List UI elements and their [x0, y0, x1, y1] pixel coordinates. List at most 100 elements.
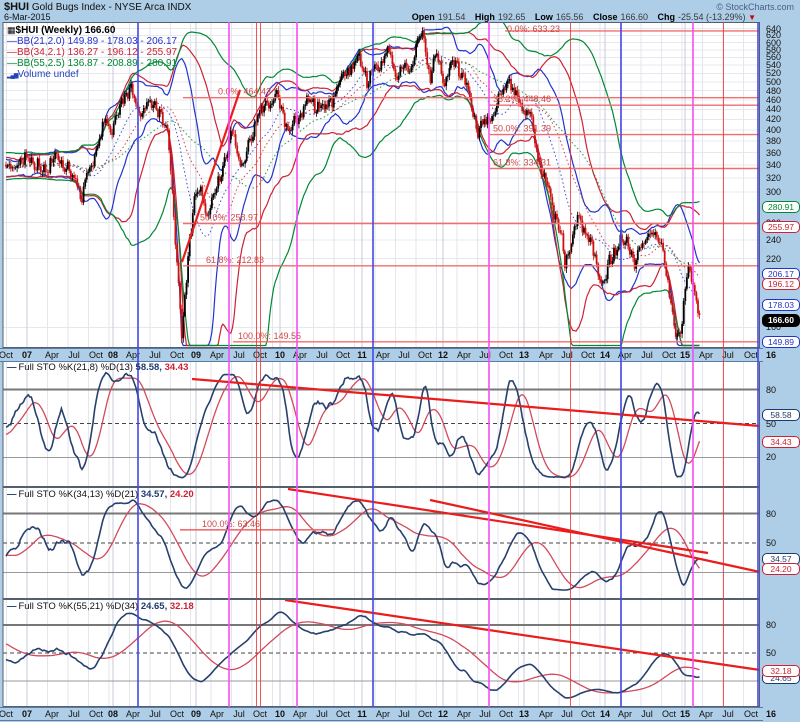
- date-label: 12: [437, 709, 449, 719]
- sto-tick: 80: [766, 508, 777, 519]
- date-label: Jul: [641, 709, 653, 719]
- legend-row: —BB(21,2.0) 149.89 - 178.03 - 206.17: [7, 36, 177, 47]
- fib-label: 38.2%: 448.46: [493, 94, 551, 104]
- date-label: Oct: [169, 709, 185, 719]
- line-swatch: —: [7, 489, 17, 500]
- line-swatch: —: [7, 36, 17, 47]
- y-axis-tick: 340: [766, 159, 782, 170]
- y-axis-tick: 240: [766, 234, 782, 245]
- date-label: Apr: [538, 350, 554, 360]
- date-label: 11: [357, 709, 367, 719]
- sto-title: Full STO %K(55,21) %D(34): [18, 601, 141, 612]
- y-axis-tick: 360: [766, 147, 782, 158]
- date-label: Apr: [44, 709, 60, 719]
- date-label: Apr: [292, 709, 308, 719]
- sto-tick: 80: [766, 619, 777, 630]
- sto-k-value: 24.65,: [140, 601, 170, 612]
- date-label: 13: [518, 709, 530, 719]
- date-label: Jul: [316, 709, 328, 719]
- annotation-vline-magenta: [296, 22, 298, 707]
- sto-k-value: 58.58,: [135, 362, 165, 373]
- date-label: Oct: [661, 709, 677, 719]
- sto-d-value: 32.18: [169, 601, 194, 612]
- fib-label: 0.0%: 633.23: [507, 24, 560, 34]
- price-badge-280.91: 280.91: [762, 201, 800, 214]
- date-axis-bottom: Oct 07 Apr Jul Oct 08 Apr Jul Oct 09 Apr Jul Oct 10 Ap…: [0, 707, 776, 721]
- date-label: Oct: [0, 350, 14, 360]
- sto-legend-1: — Full STO %K(21,8) %D(13) 58.58, 34.43: [7, 362, 188, 373]
- date-label: Oct: [743, 709, 759, 719]
- stockcharts-credit: © StockCharts.com: [716, 2, 794, 12]
- sto-tick: 50: [766, 648, 777, 658]
- date-label: 14: [599, 709, 611, 719]
- y-axis-tick: 400: [766, 124, 782, 135]
- legend-row: ▂▄▆Volume undef: [7, 69, 177, 82]
- date-label: Apr: [617, 709, 633, 719]
- high-label: High: [474, 12, 495, 22]
- stochastic-panel-2: 100.0%: 63.46: [2, 487, 761, 599]
- date-label: Oct: [417, 350, 433, 360]
- down-arrow-icon: ▼: [748, 13, 756, 22]
- date-label: 14: [599, 350, 611, 360]
- annotation-vline-blue: [757, 22, 759, 707]
- stockcharts-weekly-chart: $HUI Gold Bugs Index - NYSE Arca INDX © …: [0, 0, 800, 722]
- y-axis-tick: 300: [766, 186, 782, 197]
- date-label: Jul: [561, 350, 573, 360]
- date-label: 11: [357, 350, 367, 360]
- date-label: Jul: [149, 709, 161, 719]
- sto-k-value: 34.57,: [140, 489, 170, 500]
- open-value: 191.54: [437, 12, 466, 22]
- date-label: Jul: [233, 709, 245, 719]
- date-label: 07: [21, 709, 33, 719]
- date-label: Apr: [125, 709, 141, 719]
- date-label: 12: [437, 350, 449, 360]
- date-label: Jul: [398, 350, 410, 360]
- annotation-vline-magenta: [228, 22, 230, 707]
- date-label: Oct: [88, 709, 104, 719]
- fib-label: 0.0%: 464.43: [218, 87, 271, 97]
- y-axis-tick: 420: [766, 114, 782, 125]
- date-label: Oct: [88, 350, 104, 360]
- date-label: Oct: [498, 709, 514, 719]
- date-label: Oct: [661, 350, 677, 360]
- low-label: Low: [534, 12, 553, 22]
- stochastic-panel-1: [2, 360, 761, 487]
- fib-label: 50.0%: 391.39: [493, 124, 551, 134]
- date-label: Jul: [398, 709, 410, 719]
- line-swatch: —: [7, 601, 17, 612]
- chg-value: -25.54 (-13.29%): [678, 12, 746, 22]
- legend-row: —BB(55,2.5) 136.87 - 208.89 - 280.91: [7, 58, 177, 69]
- fib-label: 100.0%: 149.55: [238, 331, 301, 341]
- chart-icon: ▦: [7, 25, 16, 35]
- title-row: $HUI Gold Bugs Index - NYSE Arca INDX © …: [4, 1, 796, 13]
- legend-text: $HUI (Weekly) 166.60: [15, 25, 116, 36]
- sto-badge-58.58: 58.58: [762, 408, 800, 421]
- sto-badge-24.20: 24.20: [762, 563, 800, 576]
- y-axis-tick: 440: [766, 104, 782, 115]
- volume-icon: ▂▄▆: [7, 73, 19, 79]
- legend-text: BB(34,2.1) 136.27 - 196.12 - 255.97: [17, 47, 178, 58]
- line-swatch: —: [7, 47, 17, 58]
- date-label: 13: [518, 350, 530, 360]
- close-label: Close: [592, 12, 618, 22]
- date-label: Oct: [169, 350, 185, 360]
- annotation-vline-magenta: [488, 22, 490, 707]
- date-label: Oct: [498, 350, 514, 360]
- date-label: Oct: [0, 709, 14, 719]
- price-badge-255.97: 255.97: [762, 221, 800, 234]
- main-chart-legend: ▦$HUI (Weekly) 166.60 —BB(21,2.0) 149.89 …: [7, 25, 177, 82]
- sto-tick: 20: [766, 452, 777, 463]
- chart-date: 6-Mar-2015: [4, 12, 51, 22]
- legend-text: BB(21,2.0) 149.89 - 178.03 - 206.17: [17, 36, 178, 47]
- y-axis-tick: 320: [766, 172, 782, 183]
- legend-text: Volume undef: [17, 69, 79, 80]
- date-label: 15: [679, 709, 691, 719]
- y-axis-tick: 380: [766, 135, 782, 146]
- date-label: Oct: [580, 709, 596, 719]
- date-label: Apr: [209, 350, 225, 360]
- date-label: Jul: [316, 350, 328, 360]
- legend-text: BB(55,2.5) 136.87 - 208.89 - 280.91: [17, 58, 178, 69]
- quote-row: 6-Mar-2015 Open 191.54 High 192.65 Low 165.…: [4, 12, 796, 22]
- date-label: Jul: [641, 350, 653, 360]
- date-label: Apr: [44, 350, 60, 360]
